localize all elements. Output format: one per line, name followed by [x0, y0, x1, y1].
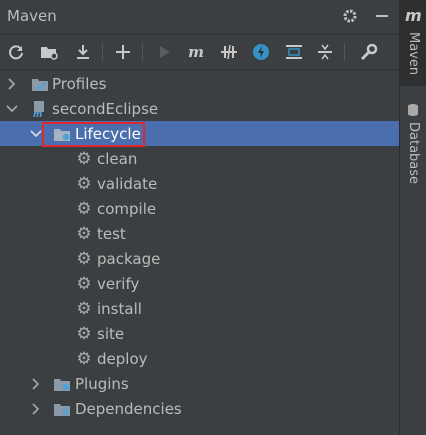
tree-label: secondEclipse — [52, 99, 159, 118]
dependencies-icon — [53, 400, 71, 418]
settings-wrench-icon[interactable] — [358, 41, 380, 63]
generate-sources-icon[interactable] — [38, 41, 60, 63]
tree-row-goal[interactable]: ⚙ package — [0, 246, 399, 271]
reload-icon[interactable] — [5, 41, 27, 63]
svg-text:m: m — [33, 110, 42, 118]
toolbar-separator — [142, 43, 143, 61]
tree-row-goal[interactable]: ⚙ validate — [0, 171, 399, 196]
goal-label: site — [97, 324, 125, 343]
side-tab-maven[interactable]: m Maven — [400, 0, 426, 86]
plugins-folder-icon — [53, 375, 71, 393]
collapse-all-icon[interactable] — [314, 41, 336, 63]
gear-icon: ⚙ — [76, 148, 92, 169]
download-icon[interactable] — [72, 41, 94, 63]
execute-goal-icon[interactable]: m — [185, 41, 207, 63]
add-icon[interactable] — [112, 41, 134, 63]
tree-label: Plugins — [75, 374, 129, 393]
tree-row-project[interactable]: m secondEclipse — [0, 96, 399, 121]
gear-icon: ⚙ — [76, 248, 92, 269]
gear-icon: ⚙ — [76, 173, 92, 194]
maven-tool-window: Maven m Profiles m secondEclipse Lifecyc… — [0, 0, 426, 435]
chevron-down-icon[interactable] — [30, 128, 42, 140]
profiles-folder-icon — [31, 75, 49, 93]
database-icon — [407, 102, 419, 121]
gear-icon: ⚙ — [76, 348, 92, 369]
goal-label: validate — [97, 174, 158, 193]
tree-row-goal[interactable]: ⚙ site — [0, 321, 399, 346]
goal-label: clean — [97, 149, 138, 168]
panel-header: Maven — [0, 0, 399, 35]
gear-icon: ⚙ — [76, 198, 92, 219]
tree-row-goal[interactable]: ⚙ compile — [0, 196, 399, 221]
show-dependencies-icon[interactable] — [283, 41, 305, 63]
goal-label: compile — [97, 199, 157, 218]
chevron-right-icon[interactable] — [30, 377, 42, 390]
tool-window-strip: m Maven Database — [399, 0, 426, 435]
gear-icon: ⚙ — [76, 273, 92, 294]
tree-row-profiles[interactable]: Profiles — [0, 71, 399, 96]
gear-icon: ⚙ — [76, 223, 92, 244]
gear-icon: ⚙ — [76, 298, 92, 319]
annotation-highlight-box — [42, 122, 145, 147]
goal-label: verify — [97, 274, 140, 293]
maven-project-icon: m — [31, 100, 49, 118]
side-tab-label: Database — [406, 122, 421, 185]
goal-label: install — [97, 299, 142, 318]
maven-icon: m — [405, 6, 422, 25]
goal-label: test — [97, 224, 126, 243]
maven-panel: Maven m Profiles m secondEclipse Lifecyc… — [0, 0, 399, 435]
gear-icon[interactable] — [340, 6, 360, 26]
side-tab-label: Maven — [406, 32, 421, 76]
run-icon[interactable] — [154, 41, 176, 63]
tree-row-dependencies[interactable]: Dependencies — [0, 396, 399, 421]
chevron-down-icon[interactable] — [6, 103, 18, 115]
tree-row-goal[interactable]: ⚙ install — [0, 296, 399, 321]
goal-label: deploy — [97, 349, 148, 368]
toolbar-separator — [102, 43, 103, 61]
toggle-offline-icon[interactable] — [218, 41, 240, 63]
skip-tests-icon[interactable] — [250, 41, 272, 63]
tree-row-goal[interactable]: ⚙ verify — [0, 271, 399, 296]
tree-row-goal[interactable]: ⚙ deploy — [0, 346, 399, 371]
tree-row-plugins[interactable]: Plugins — [0, 371, 399, 396]
tree-row-goal[interactable]: ⚙ test — [0, 221, 399, 246]
tree-label: Dependencies — [75, 399, 182, 418]
panel-title: Maven — [7, 7, 57, 25]
chevron-right-icon[interactable] — [6, 77, 18, 90]
toolbar-separator — [344, 43, 345, 61]
side-tab-database[interactable]: Database — [400, 98, 426, 188]
minimize-icon[interactable] — [372, 6, 392, 26]
tree-label: Profiles — [52, 74, 107, 93]
chevron-right-icon[interactable] — [30, 402, 42, 415]
gear-icon: ⚙ — [76, 323, 92, 344]
tree-row-goal[interactable]: ⚙ clean — [0, 146, 399, 171]
maven-toolbar: m — [0, 35, 399, 70]
goal-label: package — [97, 249, 161, 268]
